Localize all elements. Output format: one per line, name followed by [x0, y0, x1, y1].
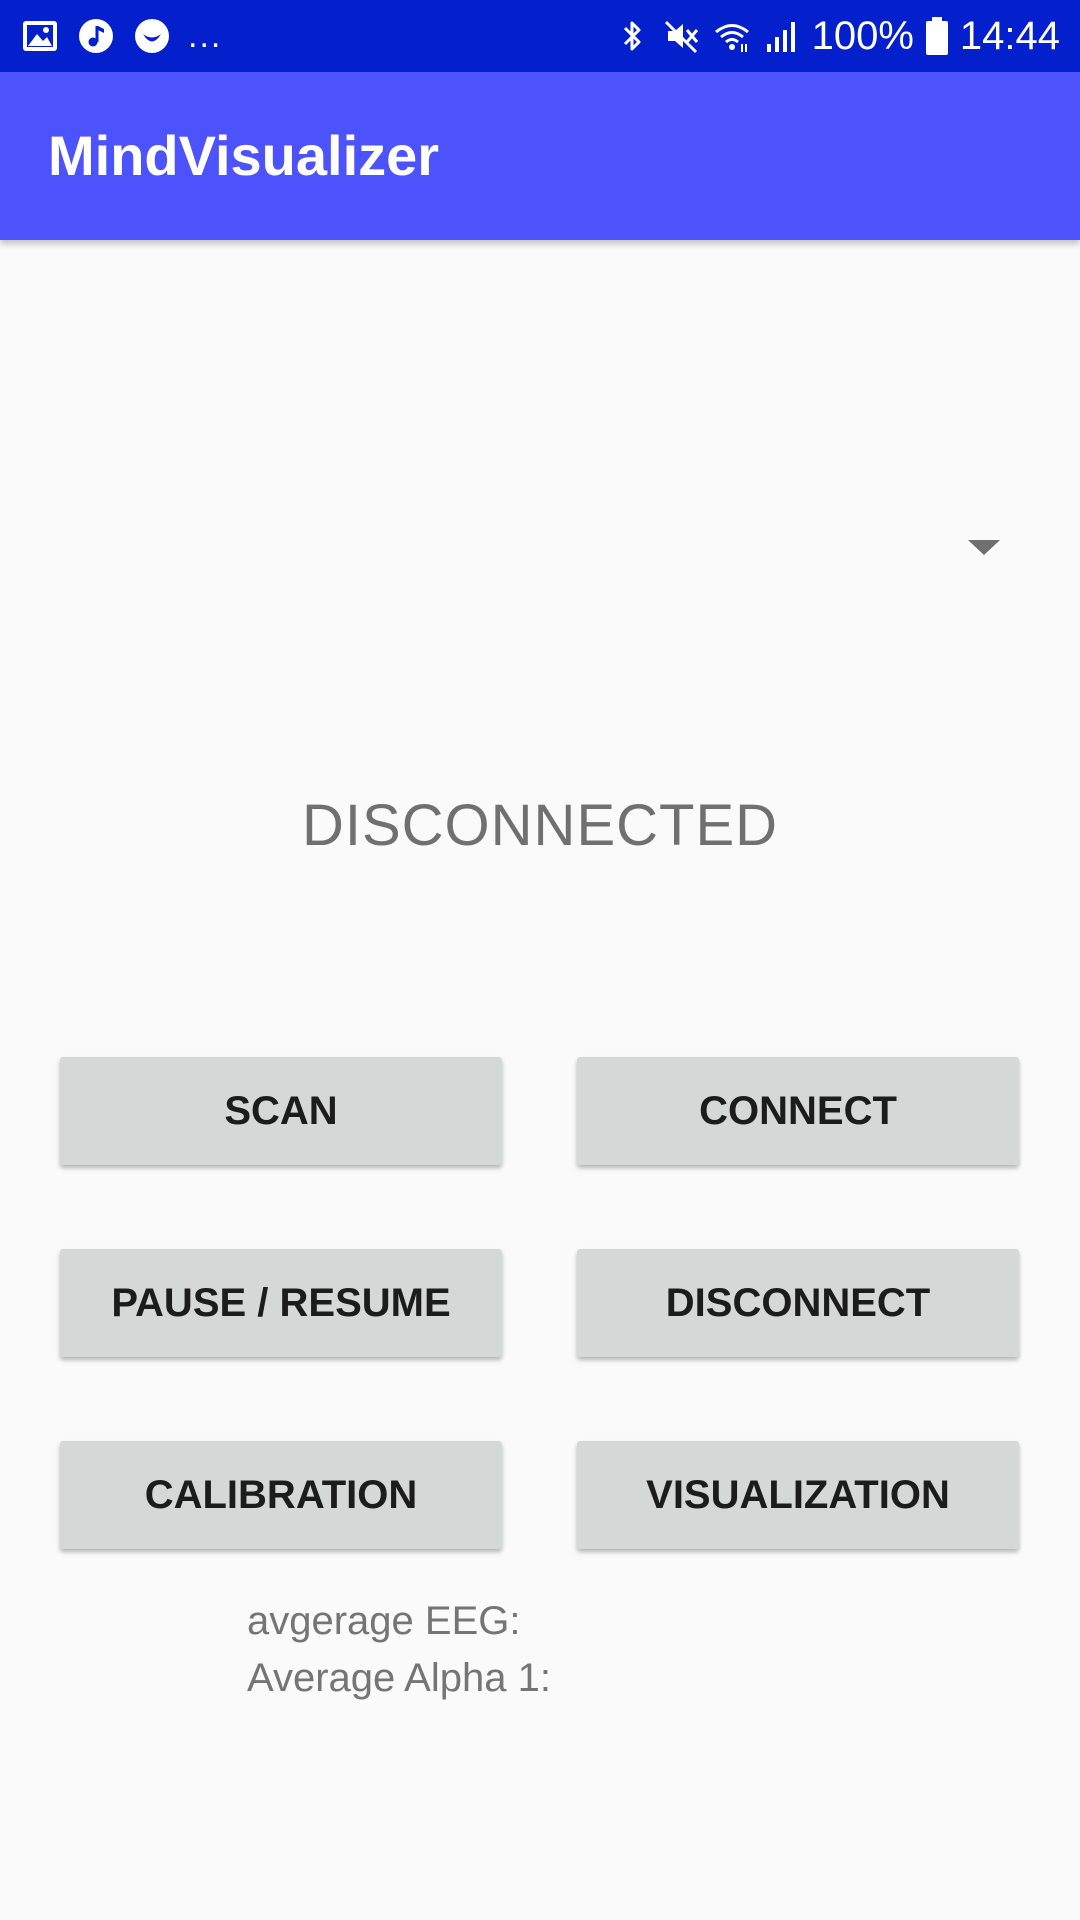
- app-bar: MindVisualizer: [0, 72, 1080, 240]
- music-icon: [79, 19, 113, 53]
- device-spinner[interactable]: [0, 480, 1080, 610]
- wifi-icon: [714, 24, 749, 52]
- battery-percent: 100%: [811, 14, 914, 58]
- mute-icon: [664, 20, 698, 54]
- signal-icon: [766, 22, 795, 52]
- smiley-icon: [135, 19, 169, 53]
- average-alpha-label: Average Alpha 1:: [247, 1656, 551, 1700]
- status-bar: ... 100% 14:44: [0, 0, 1080, 72]
- pause-resume-button[interactable]: PAUSE / RESUME: [60, 1249, 502, 1357]
- image-icon: [23, 21, 57, 51]
- clock: 14:44: [959, 14, 1060, 58]
- disconnect-button[interactable]: DISCONNECT: [577, 1249, 1019, 1357]
- battery-icon: [925, 17, 948, 55]
- connection-status: DISCONNECTED: [301, 793, 779, 858]
- average-eeg-label: avgerage EEG:: [247, 1599, 521, 1643]
- calibration-button[interactable]: CALIBRATION: [60, 1441, 502, 1549]
- bluetooth-icon: [623, 21, 641, 51]
- app-title: MindVisualizer: [48, 124, 440, 187]
- overflow-dots: ...: [188, 17, 223, 55]
- dropdown-arrow-icon[interactable]: [968, 540, 1000, 555]
- visualization-button[interactable]: VISUALIZATION: [577, 1441, 1019, 1549]
- scan-button[interactable]: SCAN: [60, 1057, 502, 1165]
- connect-button[interactable]: CONNECT: [577, 1057, 1019, 1165]
- status-left-icons: ...: [20, 14, 222, 58]
- status-right-icons: 100% 14:44: [612, 12, 1060, 60]
